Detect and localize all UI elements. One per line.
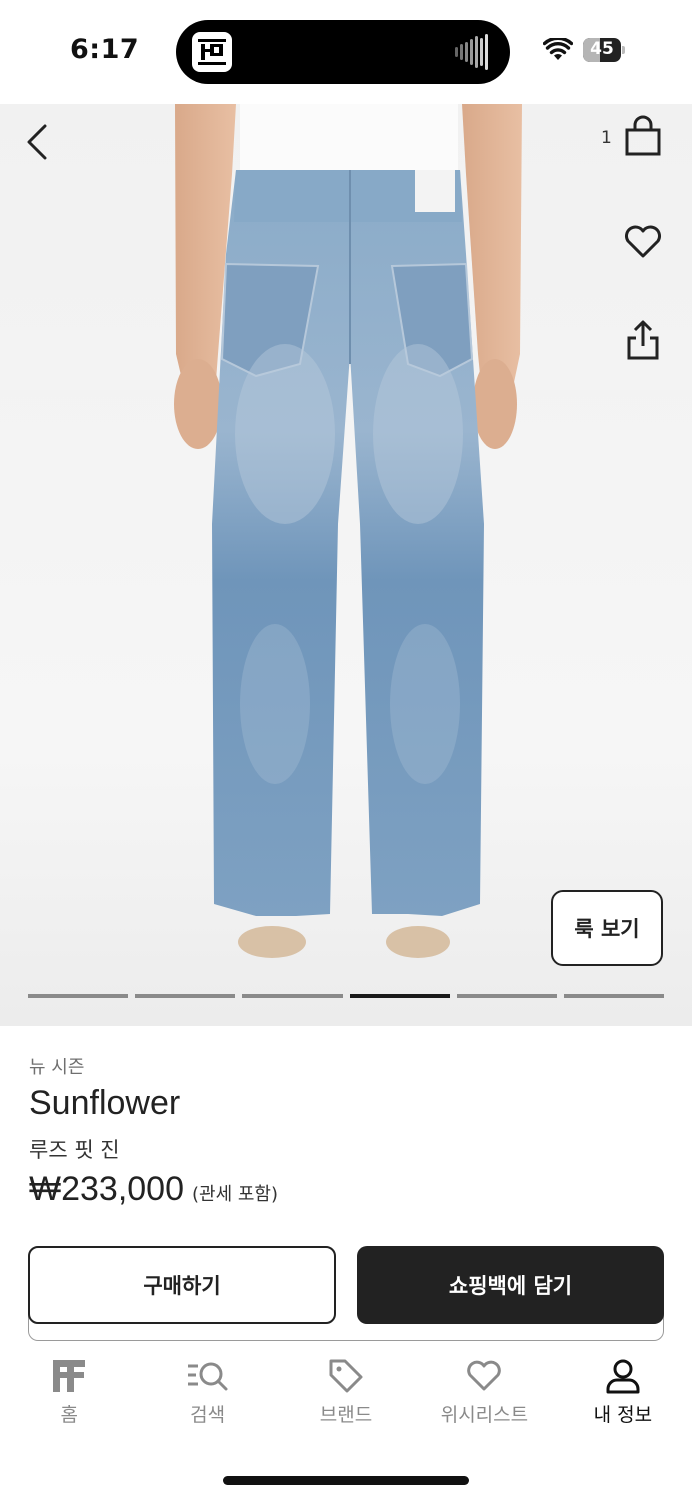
status-bar: 6:17 45 bbox=[0, 0, 692, 104]
tab-home[interactable]: 홈 bbox=[0, 1356, 138, 1440]
tab-label: 홈 bbox=[60, 1404, 78, 1426]
heart-icon bbox=[467, 1360, 502, 1391]
person-icon bbox=[606, 1359, 640, 1394]
share-icon bbox=[627, 320, 659, 360]
product-photo bbox=[174, 104, 522, 958]
app-logo-icon bbox=[192, 32, 232, 72]
tax-note: (관세 포함) bbox=[192, 1184, 279, 1205]
buy-now-button[interactable]: 구매하기 bbox=[28, 1246, 336, 1324]
pager-dot[interactable] bbox=[242, 994, 343, 998]
tag-icon bbox=[329, 1359, 363, 1393]
tab-label: 브랜드 bbox=[319, 1404, 373, 1426]
price: ₩233,000 bbox=[29, 1170, 184, 1208]
wishlist-button[interactable] bbox=[622, 222, 664, 262]
search-icon bbox=[187, 1362, 228, 1391]
pager-dot[interactable] bbox=[456, 994, 557, 998]
tab-my-info[interactable]: 내 정보 bbox=[554, 1356, 692, 1440]
battery-icon: 45 bbox=[583, 38, 625, 62]
status-time: 6:17 bbox=[70, 34, 140, 65]
image-pager bbox=[28, 994, 665, 998]
tab-search[interactable]: 검색 bbox=[138, 1356, 276, 1440]
heart-icon bbox=[625, 225, 661, 258]
home-ff-icon bbox=[53, 1360, 86, 1392]
tab-bar: 홈 검색 브랜드 위시리스트 내 정보 bbox=[0, 1356, 692, 1440]
tab-wishlist[interactable]: 위시리스트 bbox=[415, 1356, 553, 1440]
product-image-gallery[interactable]: 1 룩 보기 bbox=[0, 104, 692, 1026]
pager-dot[interactable] bbox=[28, 994, 129, 998]
pager-dot-active[interactable] bbox=[349, 994, 450, 998]
back-chevron-icon bbox=[27, 124, 47, 160]
pager-dot[interactable] bbox=[135, 994, 236, 998]
pager-dot[interactable] bbox=[563, 994, 665, 998]
back-button[interactable] bbox=[18, 114, 58, 162]
wifi-icon bbox=[543, 38, 573, 60]
audio-wave-icon bbox=[455, 34, 488, 70]
season-label: 뉴 시즌 bbox=[29, 1057, 85, 1078]
dynamic-island bbox=[176, 20, 510, 84]
shopping-bag-icon bbox=[625, 115, 661, 156]
tab-label: 검색 bbox=[190, 1404, 226, 1426]
battery-level: 45 bbox=[590, 39, 614, 59]
tab-brands[interactable]: 브랜드 bbox=[277, 1356, 415, 1440]
view-look-button[interactable]: 룩 보기 bbox=[551, 890, 663, 966]
add-to-bag-button[interactable]: 쇼핑백에 담기 bbox=[357, 1246, 664, 1324]
price-row: ₩233,000 (관세 포함) bbox=[29, 1170, 278, 1209]
product-name: 루즈 핏 진 bbox=[29, 1138, 120, 1162]
tab-label: 위시리스트 bbox=[440, 1404, 529, 1426]
shopping-bag-button[interactable] bbox=[622, 114, 664, 158]
share-button[interactable] bbox=[622, 318, 664, 362]
cart-count-badge: 1 bbox=[601, 128, 612, 148]
home-indicator[interactable] bbox=[223, 1476, 469, 1485]
tab-label: 내 정보 bbox=[593, 1404, 653, 1426]
brand-name[interactable]: Sunflower bbox=[29, 1084, 180, 1123]
